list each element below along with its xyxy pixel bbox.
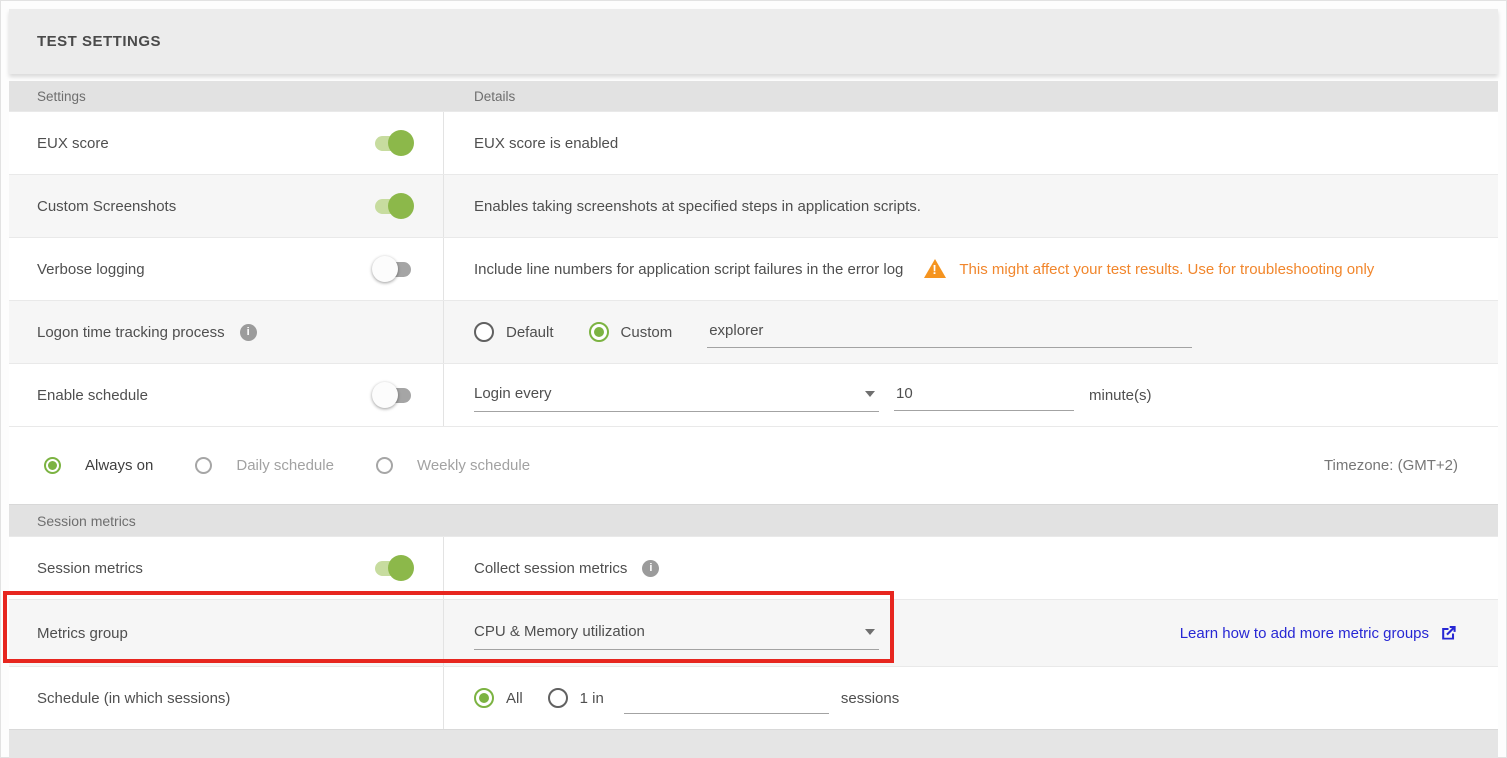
section-header-label: Session metrics (37, 513, 136, 529)
row-verbose-logging: Verbose logging Include line numbers for… (9, 237, 1498, 300)
toggle-knob (372, 256, 398, 282)
toggle-knob (388, 555, 414, 581)
login-interval-dropdown[interactable]: Login every (474, 378, 879, 412)
session-metrics-toggle[interactable] (375, 561, 411, 576)
page-title: TEST SETTINGS (37, 33, 161, 50)
weekly-schedule-radio[interactable] (376, 457, 393, 474)
sessions-unit-label: sessions (841, 690, 899, 707)
logon-custom-label: Custom (621, 324, 673, 341)
logon-default-label: Default (506, 324, 554, 341)
metrics-group-dropdown-value: CPU & Memory utilization (474, 623, 645, 640)
toggle-knob (388, 193, 414, 219)
session-schedule-label: Schedule (in which sessions) (37, 690, 230, 707)
session-schedule-detail-cell: All 1 in sessions (444, 667, 1498, 729)
logon-tracking-label-cell: Logon time tracking process i (9, 301, 444, 363)
chevron-down-icon (865, 391, 875, 397)
column-header-settings: Settings (37, 89, 86, 104)
column-header-details-cell: Details (444, 81, 1498, 111)
row-schedule-mode: Always on Daily schedule Weekly schedule… (9, 426, 1498, 504)
all-sessions-label: All (506, 690, 523, 707)
info-icon[interactable]: i (240, 324, 257, 341)
verbose-logging-detail: Include line numbers for application scr… (474, 261, 903, 278)
verbose-logging-label-cell: Verbose logging (9, 238, 444, 300)
interval-minutes-input[interactable] (894, 379, 1074, 411)
enable-schedule-detail-cell: Login every minute(s) (444, 364, 1498, 426)
info-icon[interactable]: i (642, 560, 659, 577)
section-header-session-metrics: Session metrics (9, 504, 1498, 536)
enable-schedule-label: Enable schedule (37, 387, 148, 404)
schedule-mode-always-on: Always on (44, 457, 153, 474)
external-link-icon (1439, 624, 1458, 643)
custom-screenshots-detail-cell: Enables taking screenshots at specified … (444, 175, 1498, 237)
eux-score-detail-cell: EUX score is enabled (444, 112, 1498, 174)
timezone-label: Timezone: (GMT+2) (1324, 457, 1458, 474)
row-metrics-group: Metrics group CPU & Memory utilization L… (9, 599, 1498, 666)
warning-triangle-icon (923, 259, 947, 279)
metrics-group-label: Metrics group (37, 625, 128, 642)
logon-default-radio[interactable] (474, 322, 494, 342)
metrics-group-dropdown[interactable]: CPU & Memory utilization (474, 616, 879, 650)
eux-score-label: EUX score (37, 135, 109, 152)
toggle-knob (372, 382, 398, 408)
daily-schedule-radio[interactable] (195, 457, 212, 474)
column-header-settings-cell: Settings (9, 81, 444, 111)
one-in-label: 1 in (580, 690, 604, 707)
custom-screenshots-label-cell: Custom Screenshots (9, 175, 444, 237)
one-in-sessions-input[interactable] (624, 682, 829, 714)
eux-score-detail: EUX score is enabled (474, 135, 618, 152)
page-title-bar: TEST SETTINGS (9, 9, 1498, 74)
eux-score-label-cell: EUX score (9, 112, 444, 174)
logon-custom-radio[interactable] (589, 322, 609, 342)
table-footer-band (9, 729, 1498, 758)
weekly-schedule-label: Weekly schedule (417, 457, 530, 474)
verbose-logging-warning: This might affect your test results. Use… (959, 261, 1374, 278)
daily-schedule-label: Daily schedule (236, 457, 334, 474)
settings-table: Settings Details EUX score EUX score is … (9, 81, 1498, 758)
toggle-knob (388, 130, 414, 156)
schedule-mode-weekly: Weekly schedule (376, 457, 530, 474)
column-header-details: Details (474, 89, 515, 104)
session-schedule-label-cell: Schedule (in which sessions) (9, 667, 444, 729)
interval-unit-label: minute(s) (1089, 387, 1152, 404)
login-interval-dropdown-value: Login every (474, 385, 552, 402)
row-session-schedule: Schedule (in which sessions) All 1 in se… (9, 666, 1498, 729)
always-on-label: Always on (85, 457, 153, 474)
custom-screenshots-label: Custom Screenshots (37, 198, 176, 215)
logon-process-input[interactable] (707, 316, 1192, 348)
custom-screenshots-detail: Enables taking screenshots at specified … (474, 198, 921, 215)
learn-more-link-label: Learn how to add more metric groups (1180, 625, 1429, 642)
always-on-radio[interactable] (44, 457, 61, 474)
row-eux-score: EUX score EUX score is enabled (9, 111, 1498, 174)
verbose-logging-label: Verbose logging (37, 261, 145, 278)
row-custom-screenshots: Custom Screenshots Enables taking screen… (9, 174, 1498, 237)
test-settings-page: TEST SETTINGS Settings Details EUX score… (0, 0, 1507, 758)
learn-more-metric-groups-link[interactable]: Learn how to add more metric groups (1180, 624, 1458, 643)
session-metrics-label-cell: Session metrics (9, 537, 444, 599)
logon-tracking-detail-cell: Default Custom (444, 301, 1498, 363)
logon-tracking-label: Logon time tracking process (37, 324, 225, 341)
row-session-metrics: Session metrics Collect session metrics … (9, 536, 1498, 599)
schedule-mode-daily: Daily schedule (195, 457, 334, 474)
custom-screenshots-toggle[interactable] (375, 199, 411, 214)
eux-score-toggle[interactable] (375, 136, 411, 151)
metrics-group-label-cell: Metrics group (9, 600, 444, 666)
enable-schedule-label-cell: Enable schedule (9, 364, 444, 426)
all-sessions-radio[interactable] (474, 688, 494, 708)
metrics-group-detail-cell: CPU & Memory utilization Learn how to ad… (444, 600, 1498, 666)
one-in-radio[interactable] (548, 688, 568, 708)
session-metrics-label: Session metrics (37, 560, 143, 577)
table-header-row: Settings Details (9, 81, 1498, 111)
row-logon-time-tracking: Logon time tracking process i Default Cu… (9, 300, 1498, 363)
chevron-down-icon (865, 629, 875, 635)
session-metrics-detail: Collect session metrics (474, 560, 627, 577)
verbose-logging-toggle[interactable] (375, 262, 411, 277)
enable-schedule-toggle[interactable] (375, 388, 411, 403)
row-enable-schedule: Enable schedule Login every minute(s) (9, 363, 1498, 426)
verbose-logging-detail-cell: Include line numbers for application scr… (444, 238, 1498, 300)
session-metrics-detail-cell: Collect session metrics i (444, 537, 1498, 599)
